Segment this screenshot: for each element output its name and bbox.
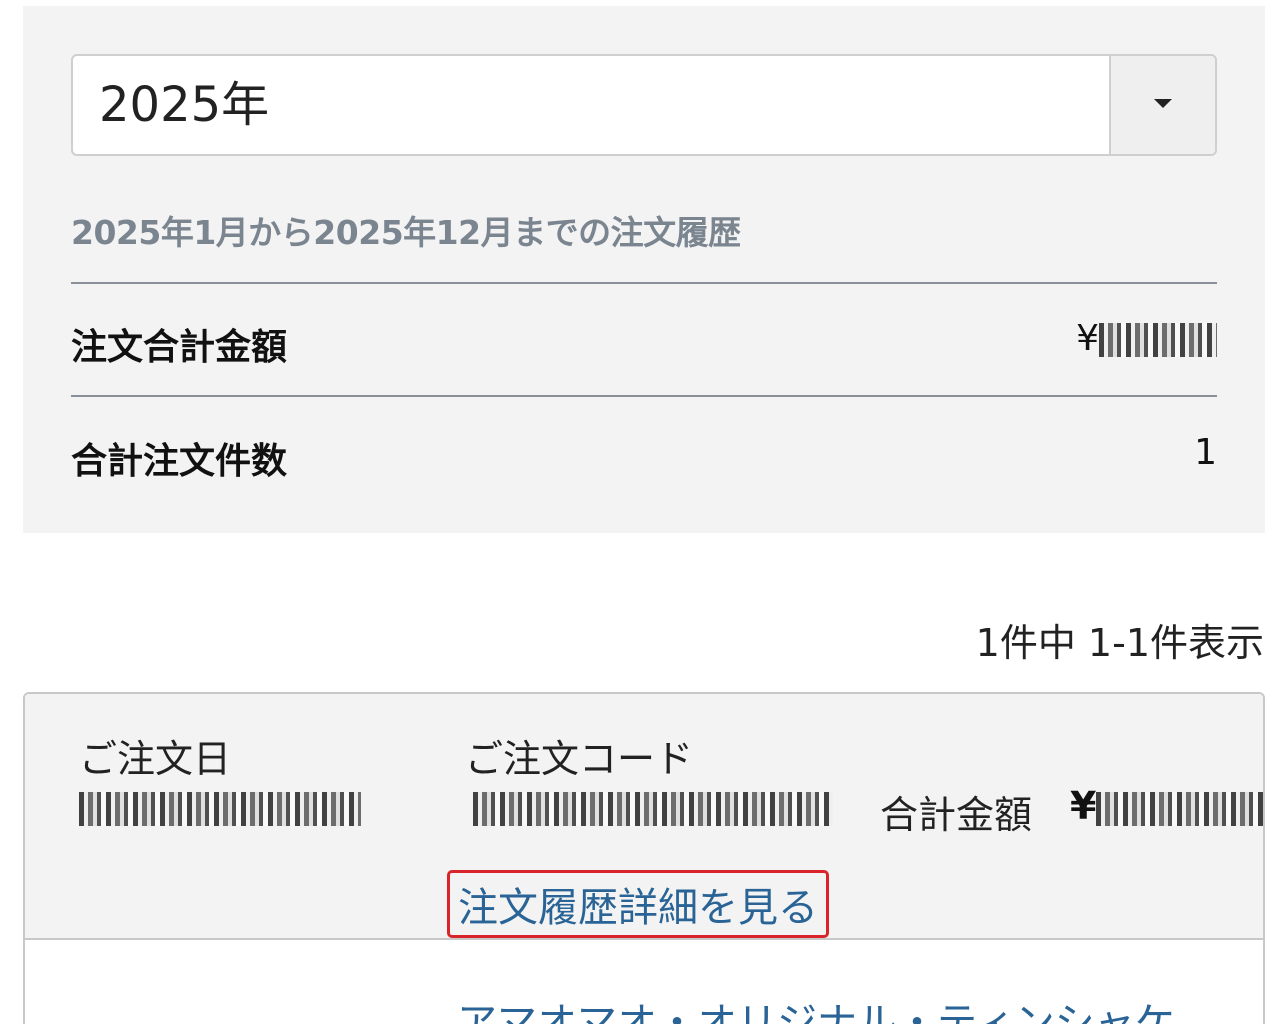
redacted-order-code	[473, 792, 833, 826]
redacted-order-date	[79, 792, 361, 826]
total-amount-value: ¥	[1076, 318, 1217, 359]
order-total-value: ¥	[1070, 784, 1263, 828]
order-date-label: ご注文日	[79, 737, 232, 781]
results-count: 1件中 1-1件表示	[975, 621, 1264, 665]
order-total-currency: ¥	[1070, 784, 1097, 828]
order-count-value: 1	[1194, 432, 1217, 473]
order-count-label: 合計注文件数	[71, 441, 288, 482]
year-select-toggle[interactable]	[1109, 56, 1215, 154]
caret-down-icon	[1154, 99, 1172, 108]
total-amount-currency: ¥	[1076, 318, 1099, 359]
order-detail-link[interactable]: 注文履歴詳細を見る	[447, 870, 829, 938]
period-text: 2025年1月から2025年12月までの注文履歴	[71, 213, 741, 252]
order-code-label: ご注文コード	[465, 737, 694, 781]
year-select-value: 2025年	[99, 77, 270, 133]
order-header: ご注文日 ご注文コード 合計金額 ¥ 注文履歴詳細を見る	[25, 694, 1263, 940]
redacted-order-total	[1096, 791, 1263, 826]
redacted-amount	[1099, 323, 1217, 357]
product-link[interactable]: アマオマオ・オリジナル・ティンシャケ	[457, 990, 1175, 1024]
year-select[interactable]: 2025年	[71, 54, 1217, 156]
order-summary-panel: 2025年 2025年1月から2025年12月までの注文履歴 注文合計金額 ¥ …	[23, 6, 1265, 533]
divider	[71, 395, 1217, 397]
order-card: ご注文日 ご注文コード 合計金額 ¥ 注文履歴詳細を見る アマオマオ・オリジナル…	[23, 692, 1265, 1024]
order-total-label: 合計金額	[880, 793, 1033, 837]
total-amount-label: 注文合計金額	[71, 327, 288, 368]
divider	[71, 282, 1217, 284]
